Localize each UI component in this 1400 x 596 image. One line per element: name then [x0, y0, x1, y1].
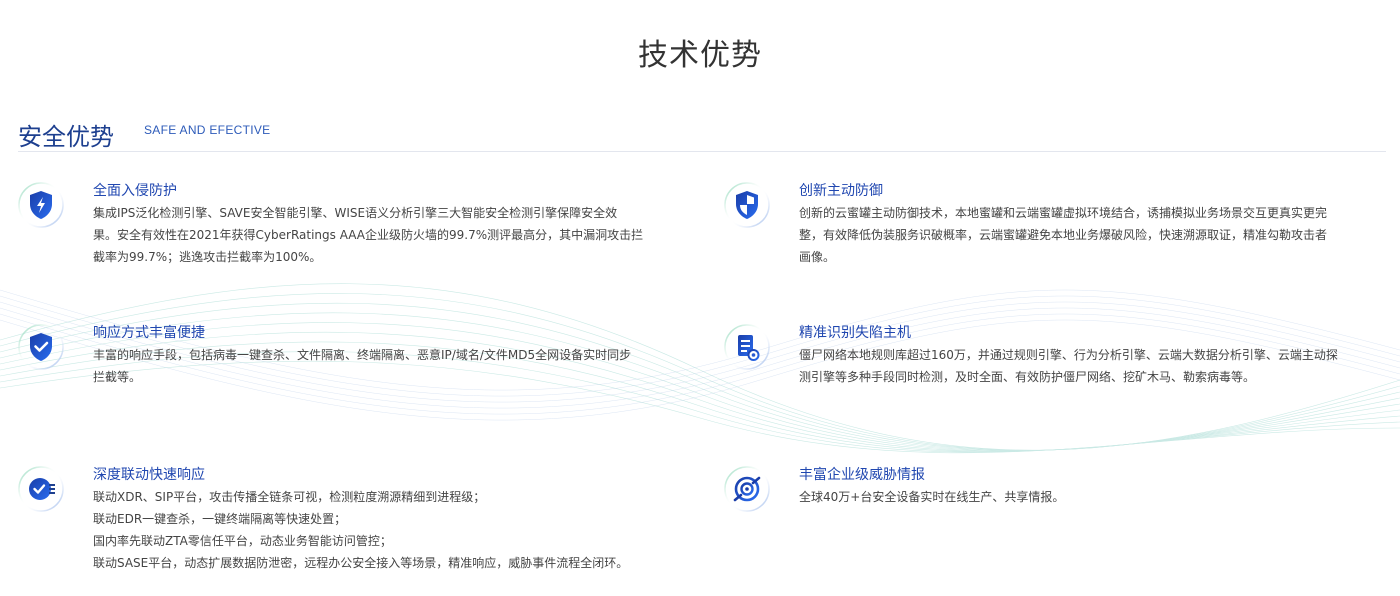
document-gear-icon: [722, 322, 772, 372]
feature-description: 丰富的响应手段，包括病毒一键查杀、文件隔离、终端隔离、恶意IP/域名/文件MD5…: [93, 344, 693, 388]
feature-desc-line: 丰富的响应手段，包括病毒一键查杀、文件隔离、终端隔离、恶意IP/域名/文件MD5…: [93, 348, 632, 362]
feature-desc-line: 僵尸网络本地规则库超过160万，并通过规则引擎、行为分析引擎、云端大数据分析引擎…: [799, 348, 1338, 362]
feature-title: 精准识别失陷主机: [799, 325, 911, 341]
section-subtitle: SAFE AND EFECTIVE: [144, 123, 271, 137]
feature-desc-line: 画像。: [799, 250, 836, 264]
feature-description: 僵尸网络本地规则库超过160万，并通过规则引擎、行为分析引擎、云端大数据分析引擎…: [799, 344, 1399, 388]
feature-title: 深度联动快速响应: [93, 467, 205, 483]
feature-description: 创新的云蜜罐主动防御技术，本地蜜罐和云端蜜罐虚拟环境结合，诱捕模拟业务场景交互更…: [799, 202, 1399, 268]
shield-bolt-icon: [16, 180, 66, 230]
section-header: 安全优势 SAFE AND EFECTIVE: [18, 115, 1386, 152]
feature-desc-line: 果。安全有效性在2021年获得CyberRatings AAA企业级防火墙的99…: [93, 228, 644, 242]
feature-description: 联动XDR、SIP平台，攻击传播全链条可视，检测粒度溯源精细到进程级； 联动ED…: [93, 486, 693, 574]
feature-description: 全球40万+台安全设备实时在线生产、共享情报。: [799, 486, 1399, 508]
feature-title: 全面入侵防护: [93, 183, 177, 199]
shield-quadrant-icon: [722, 180, 772, 230]
checklist-icon: [16, 464, 66, 514]
feature-desc-line: 测引擎等多种手段同时检测，及时全面、有效防护僵尸网络、挖矿木马、勒索病毒等。: [799, 370, 1256, 384]
shield-check-icon: [16, 322, 66, 372]
radar-icon: [722, 464, 772, 514]
feature-desc-line: 集成IPS泛化检测引擎、SAVE安全智能引擎、WISE语义分析引擎三大智能安全检…: [93, 206, 618, 220]
feature-title: 创新主动防御: [799, 183, 883, 199]
feature-desc-line: 整，有效降低伪装服务识破概率，云端蜜罐避免本地业务爆破风险，快速溯源取证，精准勾…: [799, 228, 1328, 242]
feature-desc-line: 全球40万+台安全设备实时在线生产、共享情报。: [799, 490, 1065, 504]
feature-desc-line: 拦截等。: [93, 370, 142, 384]
feature-description: 集成IPS泛化检测引擎、SAVE安全智能引擎、WISE语义分析引擎三大智能安全检…: [93, 202, 693, 268]
feature-desc-line: 联动SASE平台，动态扩展数据防泄密，远程办公安全接入等场景，精准响应，威胁事件…: [93, 556, 629, 570]
feature-desc-line: 截率为99.7%；逃逸攻击拦截率为100%。: [93, 250, 322, 264]
section-title: 安全优势: [18, 123, 114, 151]
feature-title: 丰富企业级威胁情报: [799, 467, 925, 483]
feature-desc-line: 联动EDR一键查杀，一键终端隔离等快速处置；: [93, 512, 347, 526]
feature-desc-line: 联动XDR、SIP平台，攻击传播全链条可视，检测粒度溯源精细到进程级；: [93, 490, 486, 504]
page-title: 技术优势: [638, 38, 762, 73]
feature-title: 响应方式丰富便捷: [93, 325, 205, 341]
feature-desc-line: 国内率先联动ZTA零信任平台，动态业务智能访问管控；: [93, 534, 392, 548]
feature-desc-line: 创新的云蜜罐主动防御技术，本地蜜罐和云端蜜罐虚拟环境结合，诱捕模拟业务场景交互更…: [799, 206, 1328, 220]
